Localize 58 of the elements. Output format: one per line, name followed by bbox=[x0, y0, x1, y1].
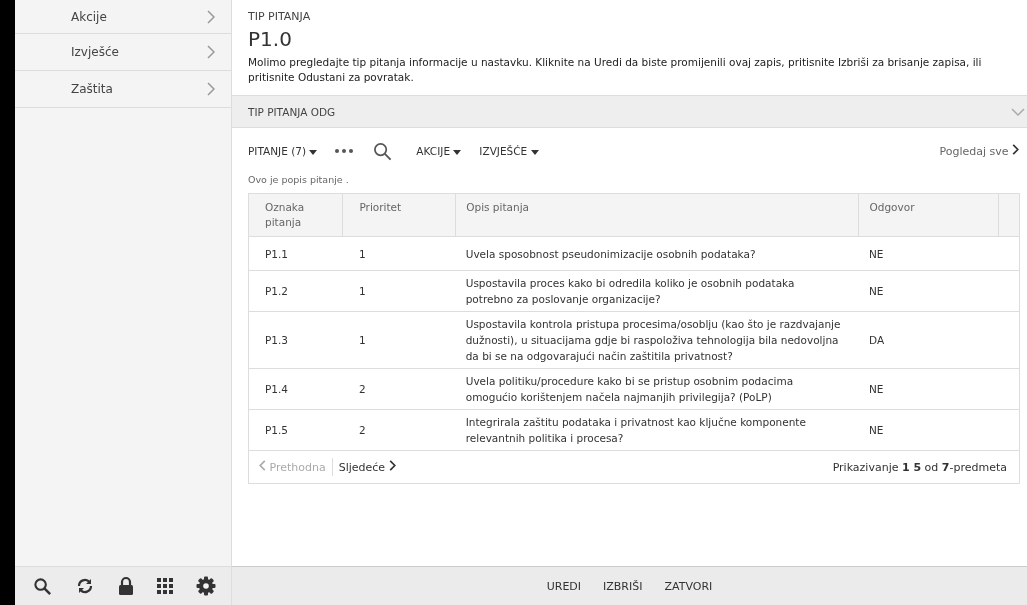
settings-icon[interactable] bbox=[196, 576, 216, 596]
list-description: Ovo je popis pitanje . bbox=[247, 174, 350, 187]
actions-menu[interactable]: AKCIJE bbox=[416, 145, 462, 157]
table-cell: Uspostavila proces kako bi odredila koliko je osobnih podataka potrebno za poslovanje organizacije? bbox=[455, 270, 859, 312]
table-cell: 2 bbox=[342, 409, 456, 451]
chevron-right-icon bbox=[207, 45, 215, 59]
refresh-icon[interactable] bbox=[75, 576, 95, 596]
column-header[interactable]: Opis pitanja bbox=[455, 194, 859, 237]
table-cell: Uvela sposobnost pseudonimizacije osobnih podataka? bbox=[455, 236, 859, 271]
table-cell: P1.3 bbox=[249, 311, 343, 369]
section-header[interactable]: TIP PITANJA ODG bbox=[232, 95, 1027, 128]
chevron-down-icon bbox=[1011, 107, 1025, 116]
sidebar-item[interactable]: Akcije bbox=[15, 0, 231, 33]
table-cell: NE bbox=[859, 368, 999, 410]
more-icon[interactable] bbox=[335, 149, 354, 153]
table-cell: NE bbox=[859, 270, 999, 312]
caret-down-icon bbox=[530, 149, 539, 155]
caret-down-icon bbox=[453, 149, 462, 155]
sidebar-item[interactable]: Zaštita bbox=[15, 70, 231, 108]
chevron-left-icon bbox=[259, 460, 266, 471]
reports-menu[interactable]: IZVJEŠĆE bbox=[479, 145, 539, 157]
record-type-label: TIP PITANJA bbox=[248, 10, 312, 23]
grid-icon[interactable] bbox=[157, 578, 173, 594]
sidebar-item[interactable]: Izvješće bbox=[15, 33, 231, 70]
chevron-right-icon bbox=[207, 82, 215, 96]
table-cell: 1 bbox=[342, 311, 456, 369]
record-title: P1.0 bbox=[248, 27, 293, 51]
chevron-right-icon bbox=[207, 9, 215, 24]
footer-button[interactable]: ZATVORI bbox=[656, 575, 721, 597]
table-cell: Integrirala zaštitu podataka i privatnost kao ključne komponente relevantnih politika i procesa? bbox=[455, 409, 859, 451]
caret-down-icon bbox=[309, 149, 318, 155]
column-header[interactable]: Odgovor bbox=[859, 194, 999, 237]
column-header[interactable]: Oznaka pitanja bbox=[249, 194, 343, 237]
list-menu[interactable]: PITANJE (7) bbox=[248, 145, 318, 157]
table-cell: P1.2 bbox=[249, 270, 343, 312]
lock-icon[interactable] bbox=[118, 576, 134, 596]
footer-button[interactable]: IZBRIŠI bbox=[595, 575, 651, 597]
table-cell: P1.4 bbox=[249, 368, 343, 410]
table-cell: NE bbox=[859, 409, 999, 451]
table-cell: DA bbox=[859, 311, 999, 369]
search-icon[interactable] bbox=[373, 141, 393, 161]
description-text: Molimo pregledajte tip pitanja informacije u nastavku. Kliknite na Uredi da biste promijenili ovaj zapis, pritisnite Izbriši za brisanje zapisa, ili pritisnite Odustani za povratak. bbox=[248, 55, 983, 85]
table-cell: NE bbox=[859, 236, 999, 271]
footer-button[interactable]: UREDI bbox=[538, 575, 590, 597]
pagination-summary: Prikazivanje 1 5 od 7-predmeta bbox=[832, 460, 1007, 474]
table-cell: Uvela politiku/procedure kako bi se pristup osobnim podacima omogućio korištenjem načela najmanjih privilegija? (PoLP) bbox=[455, 368, 859, 410]
next-page-link[interactable]: Sljedeće bbox=[338, 460, 396, 474]
search-icon[interactable] bbox=[33, 576, 52, 596]
column-header[interactable]: Prioritet bbox=[342, 194, 456, 237]
table-cell: 1 bbox=[342, 270, 456, 312]
chevron-right-icon bbox=[1012, 144, 1019, 155]
chevron-right-icon bbox=[388, 460, 396, 471]
table-cell: Uspostavila kontrola pristupa procesima/osoblju (kao što je razdvajanje dužnosti), u situacijama gdje bi raspoloživa tehnologija bila nedovoljna da bi se na odgovarajući način zaštitila privatnost? bbox=[455, 311, 859, 369]
table-cell: P1.1 bbox=[249, 236, 343, 271]
view-all-link[interactable]: Pogledaj sve bbox=[939, 144, 1019, 158]
table-cell: P1.5 bbox=[249, 409, 343, 451]
table-cell: 2 bbox=[342, 368, 456, 410]
table-cell: 1 bbox=[342, 236, 456, 271]
